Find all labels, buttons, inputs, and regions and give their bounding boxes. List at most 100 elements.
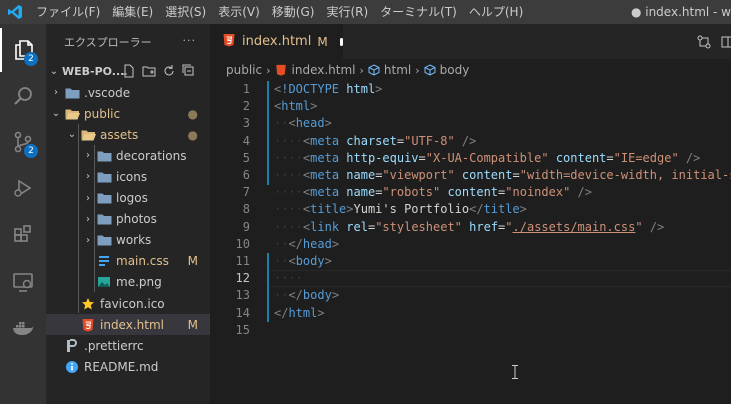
chevron-right-icon: › <box>359 63 364 77</box>
new-folder-icon[interactable] <box>142 64 156 78</box>
chevron-down-icon: ⌄ <box>51 108 61 120</box>
favicon-star-icon <box>80 297 96 311</box>
code-line[interactable]: ··</body> <box>274 287 339 304</box>
menu-item[interactable]: 表示(V) <box>212 0 266 24</box>
collapse-all-icon[interactable] <box>182 64 196 78</box>
line-number: 1 <box>242 82 250 96</box>
tab-bar: index.html M <box>210 24 731 59</box>
menu-item[interactable]: ターミナル(T) <box>374 0 463 24</box>
split-editor-icon[interactable] <box>718 24 731 59</box>
tree-item-favicon-ico[interactable]: favicon.ico <box>46 293 210 314</box>
tree-item-label: me.png <box>116 275 162 290</box>
tree-item-me-png[interactable]: me.png <box>46 272 210 293</box>
tree-item-label: public <box>84 106 121 121</box>
tree-item-logos[interactable]: › logos <box>46 188 210 209</box>
tree-item-label: assets <box>100 127 139 142</box>
search-icon[interactable] <box>0 74 46 118</box>
code-editor[interactable]: 1 <!DOCTYPE html> 2 <html> 3 ··<head> 4 ····<me… <box>210 81 731 404</box>
chevron-right-icon: › <box>415 63 420 77</box>
menu-item[interactable]: 移動(G) <box>266 0 321 24</box>
folder-icon <box>96 149 112 163</box>
code-line[interactable]: ··<body> <box>274 253 332 270</box>
menu-item[interactable]: ヘルプ(H) <box>463 0 529 24</box>
docker-icon[interactable] <box>0 306 46 350</box>
line-number: 14 <box>235 305 250 320</box>
html-file-icon <box>222 33 236 51</box>
code-line[interactable]: ···· <box>274 270 303 287</box>
code-line[interactable]: <html> <box>274 98 317 115</box>
tree-item-prettierrc[interactable]: .prettierrc <box>46 335 210 356</box>
breadcrumb-item[interactable]: public <box>226 63 262 77</box>
code-line[interactable]: <!DOCTYPE html> <box>274 81 382 98</box>
explorer-icon[interactable]: 2 <box>0 28 46 72</box>
line-number: 3 <box>242 116 250 131</box>
tree-item-index-html[interactable]: index.html M <box>46 314 210 336</box>
explorer-actions <box>122 64 196 78</box>
tab-index-html[interactable]: index.html M <box>210 24 343 59</box>
unsaved-dot-icon[interactable] <box>339 37 343 46</box>
run-debug-icon[interactable] <box>0 166 46 210</box>
tree-item-readme-md[interactable]: README.md <box>46 356 210 377</box>
tree-item-label: decorations <box>116 148 187 163</box>
prettier-file-icon <box>64 338 80 353</box>
line-number: 5 <box>242 150 250 165</box>
tree-item-label: icons <box>116 169 148 184</box>
breadcrumb-item[interactable]: index.html <box>292 63 356 77</box>
tree-item-label: .prettierrc <box>84 338 144 353</box>
explorer-title: エクスプローラー <box>64 36 152 49</box>
folder-icon <box>96 191 112 205</box>
workspace-root[interactable]: ⌄ WEB-PO... <box>46 60 210 82</box>
tree-item-public[interactable]: ⌄ public ● <box>46 103 210 124</box>
menu-item[interactable]: 編集(E) <box>106 0 159 24</box>
line-number: 8 <box>242 202 250 217</box>
folder-icon <box>96 233 112 247</box>
code-line[interactable]: ··</head> <box>274 236 339 253</box>
tree-item-works[interactable]: › works <box>46 230 210 251</box>
tree-item-main-css[interactable]: main.css M <box>46 251 210 272</box>
modified-lines-gutter <box>267 253 269 322</box>
more-actions-icon[interactable]: ··· <box>183 34 197 47</box>
folder-icon <box>64 86 80 100</box>
tree-item-decorations[interactable]: › decorations <box>46 145 210 166</box>
tree-item-icons[interactable]: › icons <box>46 166 210 187</box>
line-number: 6 <box>242 168 250 182</box>
remote-explorer-icon[interactable] <box>0 260 46 304</box>
modified-lines-gutter <box>267 81 269 185</box>
source-control-icon[interactable]: 2 <box>0 120 46 164</box>
workspace-root-label: WEB-PO... <box>62 64 125 78</box>
menu-bar: ファイル(F) 編集(E) 選択(S) 表示(V) 移動(G) 実行(R) ターミナル(T)… <box>30 0 529 24</box>
html-file-icon <box>80 318 96 332</box>
html-file-icon <box>275 64 287 76</box>
menu-item[interactable]: ファイル(F) <box>30 0 106 24</box>
folder-open-icon <box>80 128 96 142</box>
tree-item-label: logos <box>116 191 148 205</box>
modified-badge: M <box>187 254 198 269</box>
code-line[interactable]: ····<title>Yumi's Portfolio</title> <box>274 201 527 218</box>
open-changes-icon[interactable] <box>694 24 714 59</box>
element-cube-icon <box>424 64 436 76</box>
vscode-logo-icon <box>0 4 30 20</box>
folder-icon <box>96 170 112 184</box>
menu-item[interactable]: 選択(S) <box>159 0 212 24</box>
menu-item[interactable]: 実行(R) <box>320 0 374 24</box>
tree-item-photos[interactable]: › photos <box>46 209 210 230</box>
breadcrumb-item[interactable]: body <box>440 63 470 77</box>
code-line[interactable]: </html> <box>274 305 325 322</box>
contains-changes-dot-icon: ● <box>187 106 198 121</box>
code-line[interactable]: ··<head> <box>274 115 332 132</box>
new-file-icon[interactable] <box>122 64 136 78</box>
code-line[interactable]: ····<link rel="stylesheet" href="./asset… <box>274 219 664 236</box>
code-line[interactable]: ····<meta http-equiv="X-UA-Compatible" c… <box>274 150 700 167</box>
refresh-icon[interactable] <box>162 64 176 78</box>
line-number: 13 <box>235 288 250 303</box>
tree-item-label: index.html <box>100 317 164 332</box>
code-line[interactable]: ····<meta name="robots" content="noindex… <box>274 184 592 201</box>
code-line[interactable]: ····<meta charset="UTF-8" /> <box>274 133 476 150</box>
line-number: 12 <box>235 271 250 286</box>
tree-item-assets[interactable]: ⌄ assets ● <box>46 124 210 145</box>
extensions-icon[interactable] <box>0 214 46 258</box>
tab-modified-badge: M <box>317 34 328 49</box>
code-line[interactable]: ····<meta name="viewport" content="width… <box>274 167 731 184</box>
breadcrumb-item[interactable]: html <box>384 63 411 77</box>
tree-item-vscode[interactable]: › .vscode <box>46 82 210 103</box>
